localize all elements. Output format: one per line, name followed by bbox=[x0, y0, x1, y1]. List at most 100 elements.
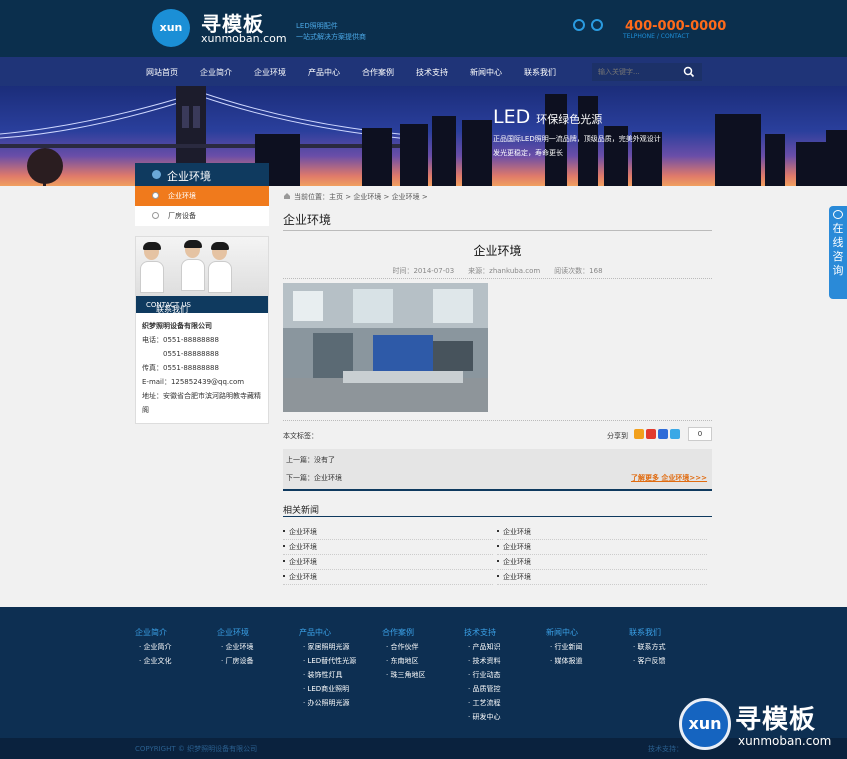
sidebar-title: 企业环境 bbox=[135, 163, 269, 186]
footer-link[interactable]: · 工艺流程 bbox=[468, 698, 500, 708]
nav-environment[interactable]: 企业环境 bbox=[254, 67, 286, 78]
footer-link[interactable]: · 东南地区 bbox=[386, 656, 418, 666]
phone-number: 400-000-0000 bbox=[625, 19, 727, 34]
footer-link[interactable]: · 厂房设备 bbox=[221, 656, 253, 666]
contact-fax: 传真：0551-88888888 bbox=[142, 364, 219, 372]
divider bbox=[283, 489, 712, 491]
baidu-icon[interactable] bbox=[658, 429, 668, 439]
prev-link[interactable]: 上一篇：没有了 bbox=[286, 455, 335, 465]
nav-news[interactable]: 新闻中心 bbox=[470, 67, 502, 78]
contact-email: E-mail：125852439@qq.com bbox=[142, 378, 245, 386]
banner-subtitle: 正品国际LED照明一流品牌，顶级品质，完美外观设计 发光更稳定，寿命更长 bbox=[493, 135, 661, 157]
footer-link[interactable]: · 客户反馈 bbox=[633, 656, 665, 666]
copyright: COPYRIGHT © 织梦照明设备有限公司 bbox=[135, 745, 258, 753]
page-title: 企业环境 bbox=[283, 213, 332, 227]
tech-support: 技术支持： bbox=[648, 745, 683, 753]
divider bbox=[283, 278, 712, 279]
related-item[interactable]: 企业环境 bbox=[497, 555, 707, 570]
home-icon[interactable] bbox=[283, 192, 291, 200]
contact-phone-2: 0551-88888888 bbox=[142, 350, 219, 358]
related-title: 相关新闻 bbox=[283, 506, 320, 516]
slogan: LED照明配件 一站式解决方案提供商 bbox=[296, 22, 366, 41]
footer-link[interactable]: · 研发中心 bbox=[468, 712, 500, 722]
related-item[interactable]: 企业环境 bbox=[283, 570, 493, 585]
nav-home[interactable]: 网站首页 bbox=[146, 67, 178, 78]
footer-link[interactable]: · 品质管控 bbox=[468, 684, 500, 694]
company-name: 织梦照明设备有限公司 bbox=[142, 322, 212, 330]
bullet-icon bbox=[152, 212, 159, 219]
related-item[interactable]: 企业环境 bbox=[497, 540, 707, 555]
related-item[interactable]: 企业环境 bbox=[497, 525, 707, 540]
contact-box: 联系我们 CONTACT US 织梦照明设备有限公司 电话：0551-88888… bbox=[135, 236, 269, 424]
related-item[interactable]: 企业环境 bbox=[283, 555, 493, 570]
contact-address: 地址：安徽省合肥市滨河路明教寺藏精 bbox=[142, 392, 261, 400]
banner-title: LED 环保绿色光源 bbox=[493, 106, 603, 128]
logo-mark[interactable]: xun bbox=[152, 9, 190, 47]
next-link[interactable]: 下一篇：企业环境 bbox=[286, 473, 342, 483]
nav-contact[interactable]: 联系我们 bbox=[524, 67, 556, 78]
footer-col-title[interactable]: 联系我们 bbox=[629, 627, 661, 638]
divider bbox=[283, 420, 712, 421]
nav-products[interactable]: 产品中心 bbox=[308, 67, 340, 78]
watermark-cn: 寻模板 bbox=[735, 705, 817, 735]
qzone-icon[interactable] bbox=[634, 429, 644, 439]
banner bbox=[0, 86, 847, 186]
weibo-icon[interactable] bbox=[591, 19, 603, 31]
footer-link[interactable]: · 产品知识 bbox=[468, 642, 500, 652]
related-item[interactable]: 企业环境 bbox=[497, 570, 707, 585]
more-link[interactable]: 了解更多 企业环境>>> bbox=[631, 473, 707, 483]
footer-link[interactable]: · 技术资料 bbox=[468, 656, 500, 666]
search-input[interactable] bbox=[598, 66, 678, 78]
contact-address-2: 阁 bbox=[142, 406, 149, 414]
footer-link[interactable]: · 家居照明光源 bbox=[303, 642, 349, 652]
contact-phone: 电话：0551-88888888 bbox=[142, 336, 219, 344]
footer-col-title[interactable]: 技术支持 bbox=[464, 627, 496, 638]
footer-link[interactable]: · 行业新闻 bbox=[550, 642, 582, 652]
watermark-logo: xun bbox=[679, 698, 731, 750]
sidebar-item-equipment[interactable]: 厂房设备 bbox=[135, 206, 269, 226]
footer-link[interactable]: · LED替代性光源 bbox=[303, 656, 356, 666]
search-box bbox=[592, 63, 702, 81]
nav-support[interactable]: 技术支持 bbox=[416, 67, 448, 78]
footer-link[interactable]: · 珠三角地区 bbox=[386, 670, 425, 680]
footer-link[interactable]: · 企业简介 bbox=[139, 642, 171, 652]
footer-col-title[interactable]: 合作案例 bbox=[382, 627, 414, 638]
main-nav: 网站首页 企业简介 企业环境 产品中心 合作案例 技术支持 新闻中心 联系我们 bbox=[0, 57, 847, 86]
tencent-icon[interactable] bbox=[670, 429, 680, 439]
search-icon[interactable] bbox=[683, 66, 695, 78]
qq-icon[interactable] bbox=[573, 19, 585, 31]
related-item[interactable]: 企业环境 bbox=[283, 525, 493, 540]
footer-link[interactable]: · 媒体报道 bbox=[550, 656, 582, 666]
footer-link[interactable]: · 企业文化 bbox=[139, 656, 171, 666]
footer-link[interactable]: · 装饰性灯具 bbox=[303, 670, 342, 680]
nav-about[interactable]: 企业简介 bbox=[200, 67, 232, 78]
article-title: 企业环境 bbox=[473, 244, 522, 258]
footer-link[interactable]: · 企业环境 bbox=[221, 642, 253, 652]
watermark-en: xunmoban.com bbox=[738, 734, 832, 748]
online-consult-button[interactable]: 在线咨询 bbox=[829, 206, 847, 299]
sidebar-item-environment[interactable]: 企业环境 bbox=[135, 186, 269, 206]
footer-link[interactable]: · 行业动态 bbox=[468, 670, 500, 680]
weibo-share-icon[interactable] bbox=[646, 429, 656, 439]
site-header: xun 寻模板 xunmoban.com LED照明配件 一站式解决方案提供商 … bbox=[0, 0, 847, 57]
footer-col-title[interactable]: 企业环境 bbox=[217, 627, 249, 638]
related-item[interactable]: 企业环境 bbox=[283, 540, 493, 555]
customer-service-image bbox=[136, 237, 268, 296]
chat-icon bbox=[833, 210, 843, 219]
share-label: 分享到 bbox=[607, 432, 628, 440]
footer-link[interactable]: · 联系方式 bbox=[633, 642, 665, 652]
footer-link[interactable]: · 合作伙伴 bbox=[386, 642, 418, 652]
share-count: 0 bbox=[688, 427, 712, 441]
tags-label: 本文标签： bbox=[283, 432, 318, 440]
footer-col-title[interactable]: 企业简介 bbox=[135, 627, 167, 638]
footer-col-title[interactable]: 产品中心 bbox=[299, 627, 331, 638]
bullet-icon bbox=[152, 192, 159, 199]
phone-sub: TELPHONE / CONTACT bbox=[623, 33, 690, 40]
divider bbox=[283, 516, 712, 517]
footer-link[interactable]: · 办公照明光源 bbox=[303, 698, 349, 708]
divider bbox=[283, 230, 712, 231]
footer-col-title[interactable]: 新闻中心 bbox=[546, 627, 578, 638]
footer-link[interactable]: · LED商业照明 bbox=[303, 684, 349, 694]
nav-cases[interactable]: 合作案例 bbox=[362, 67, 394, 78]
contact-title: 联系我们 CONTACT US bbox=[136, 296, 268, 314]
